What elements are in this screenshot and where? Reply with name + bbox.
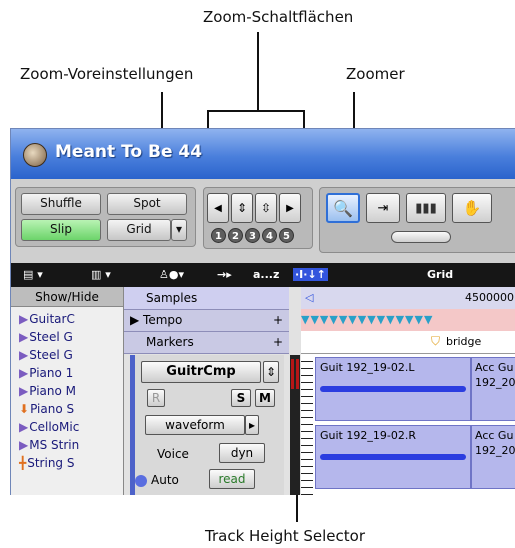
toolbar: Shuffle Spot Slip Grid ▾ ◀ ⇕ ⇳ ▶ 1 2 3 4… — [11, 179, 515, 264]
spot-button[interactable]: Spot — [107, 193, 187, 215]
waveform — [320, 454, 466, 460]
tracks-list: Show/Hide ▶GuitarC ▶Steel G ▶Steel G ▶Pi… — [11, 287, 124, 495]
voice-label: Voice — [157, 447, 189, 461]
sample-ruler-area: ◁ 4500000 — [301, 287, 515, 310]
track-item[interactable]: ▶Steel G — [19, 329, 73, 345]
view-dropdown-icon[interactable]: ▸ — [245, 415, 259, 435]
track-name-stepper[interactable]: ⇕ — [263, 361, 279, 383]
window-title: Meant To Be 44 — [55, 142, 203, 162]
trim-tool-icon[interactable]: ⇥ — [366, 193, 400, 223]
solo-button[interactable]: S — [231, 389, 251, 407]
zoom-presets-callout: Zoom-Voreinstellungen — [20, 65, 194, 83]
list-view-icon[interactable]: ▤ ▾ — [23, 268, 43, 281]
grid-label: Grid — [427, 268, 454, 281]
session-window: Meant To Be 44 Shuffle Spot Slip Grid ▾ … — [10, 128, 515, 495]
samples-ruler: Samples — [124, 287, 289, 310]
metronome-icon[interactable]: ♙●▾ — [159, 268, 184, 281]
zoom-preset-2[interactable]: 2 — [228, 228, 243, 243]
mute-button[interactable]: M — [255, 389, 275, 407]
callout-line — [257, 32, 259, 110]
zoom-audio-icon[interactable]: ⇕ — [231, 193, 253, 223]
zoom-preset-1[interactable]: 1 — [211, 228, 226, 243]
app-logo-icon — [23, 143, 47, 167]
tempo-ruler[interactable]: ▶ Tempo + — [124, 309, 289, 332]
auto-label: Auto — [151, 473, 179, 487]
view-selector[interactable]: waveform — [145, 415, 245, 435]
ruler-view-bar: ▤ ▾ ▥ ▾ ♙●▾ →▸ a...z ·I·↓↑ Grid — [11, 263, 515, 287]
level-meter — [290, 355, 300, 495]
link-icon[interactable]: →▸ — [217, 268, 232, 281]
track-item[interactable]: ▶MS Strin — [19, 437, 79, 453]
edit-window-timeline: ◁ 4500000 ▼▼▼▼▼▼▼▼▼▼▼▼▼▼ ⛉ bridge Guit 1… — [301, 287, 515, 495]
selector-tool-icon[interactable]: ▮▮▮ — [406, 193, 446, 223]
show-hide-header: Show/Hide — [11, 287, 123, 307]
track-item[interactable]: ▶Steel G — [19, 347, 73, 363]
zoom-preset-4[interactable]: 4 — [262, 228, 277, 243]
sample-ruler-value: 4500000 — [465, 291, 514, 304]
rulers-panel: Samples ▶ Tempo + Markers + — [124, 287, 289, 354]
title-bar: Meant To Be 44 — [11, 129, 515, 179]
track-item[interactable]: ▶Piano M — [19, 383, 76, 399]
audio-clip[interactable]: Guit 192_19-02.L — [315, 357, 471, 421]
markers-ruler[interactable]: Markers + — [124, 331, 289, 354]
slip-button[interactable]: Slip — [21, 219, 101, 241]
audio-clip[interactable]: Guit 192_19-02.R — [315, 425, 471, 489]
track-item[interactable]: ⬇Piano S — [19, 401, 74, 417]
track-item[interactable]: ╋String S — [19, 455, 74, 471]
record-button[interactable]: R — [147, 389, 165, 407]
track-item[interactable]: ▶GuitarC — [19, 311, 75, 327]
track-item[interactable]: ▶CelloMic — [19, 419, 79, 435]
zoom-midi-icon[interactable]: ⇳ — [255, 193, 277, 223]
smart-tool-icon[interactable] — [391, 231, 451, 243]
track-name-field[interactable]: GuitrCmp — [141, 361, 261, 383]
track-height-callout: Track Height Selector — [205, 527, 365, 545]
callout-line — [207, 110, 305, 112]
tempo-ruler-area: ▼▼▼▼▼▼▼▼▼▼▼▼▼▼ — [301, 309, 515, 332]
track-height-selector[interactable] — [301, 355, 313, 495]
grid-dropdown-icon[interactable]: ▾ — [171, 219, 187, 241]
zoomer-tool-icon[interactable]: 🔍 — [326, 193, 360, 223]
track-item[interactable]: ▶Piano 1 — [19, 365, 73, 381]
audio-clip[interactable]: Acc Gu 192_20 — [471, 425, 515, 489]
scroll-left-icon[interactable]: ◁ — [305, 291, 313, 304]
az-button[interactable]: a...z — [253, 268, 279, 281]
track-channel-strip: GuitrCmp ⇕ R S M waveform ▸ Voice dyn Au… — [130, 355, 284, 495]
marker-icon[interactable]: ⛉ — [431, 334, 440, 349]
zoom-preset-3[interactable]: 3 — [245, 228, 260, 243]
grid-snap-icon[interactable]: ·I·↓↑ — [293, 268, 328, 281]
zoom-in-horizontal-icon[interactable]: ▶ — [279, 193, 301, 223]
voice-selector[interactable]: dyn — [219, 443, 265, 463]
zoom-out-horizontal-icon[interactable]: ◀ — [207, 193, 229, 223]
marker-ruler-area: ⛉ bridge — [301, 331, 515, 354]
audio-clip[interactable]: Acc Gu 192_20 — [471, 357, 515, 421]
zoomer-callout: Zoomer — [346, 65, 405, 83]
marker-label: bridge — [446, 335, 482, 348]
auto-icon — [135, 475, 147, 487]
zoom-preset-5[interactable]: 5 — [279, 228, 294, 243]
zoom-buttons-callout: Zoom-Schaltflächen — [203, 8, 354, 26]
grid-button[interactable]: Grid — [107, 219, 171, 241]
grabber-tool-icon[interactable]: ✋ — [452, 193, 492, 223]
automation-mode-selector[interactable]: read — [209, 469, 255, 489]
shuffle-button[interactable]: Shuffle — [21, 193, 101, 215]
waveform — [320, 386, 466, 392]
rulers-view-icon[interactable]: ▥ ▾ — [91, 268, 111, 281]
